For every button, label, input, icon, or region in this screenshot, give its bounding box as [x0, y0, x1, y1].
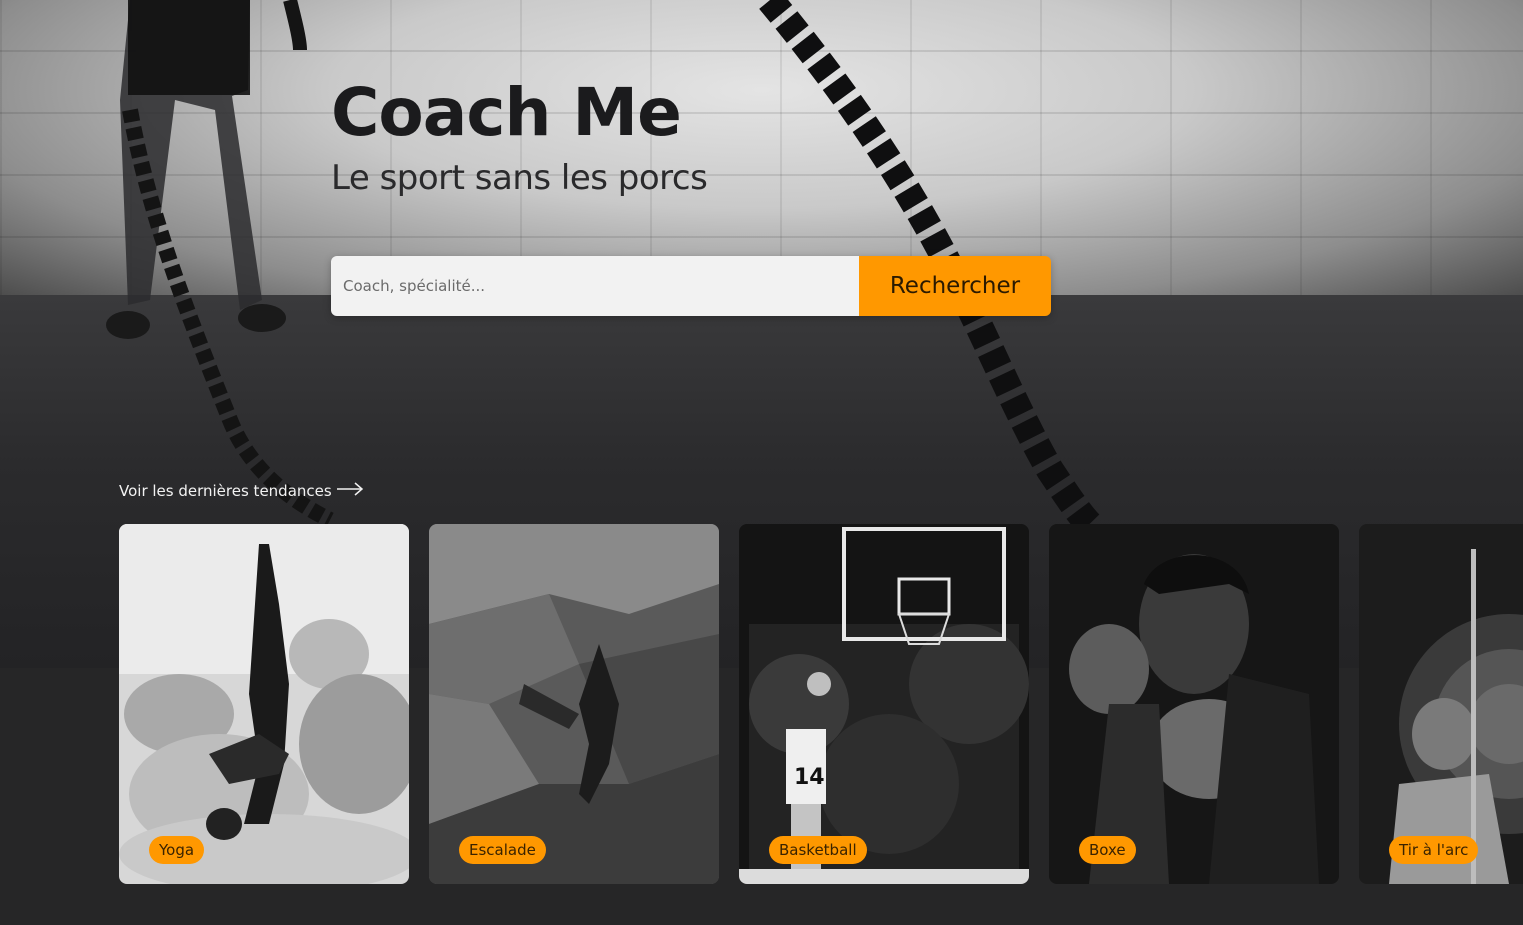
card-label: Boxe: [1079, 836, 1136, 864]
site-tagline: Le sport sans les porcs: [331, 158, 708, 198]
card-yoga[interactable]: Yoga: [119, 524, 409, 884]
search-bar: Rechercher: [331, 256, 1051, 316]
card-boxe[interactable]: Boxe: [1049, 524, 1339, 884]
card-label: Tir à l'arc: [1389, 836, 1479, 864]
site-title: Coach Me: [331, 74, 682, 151]
card-label: Escalade: [459, 836, 546, 864]
basketball-photo: 14: [739, 524, 1029, 884]
trends-link[interactable]: Voir les dernières tendances: [119, 482, 364, 500]
card-label: Basketball: [769, 836, 867, 864]
yoga-photo: [119, 524, 409, 884]
sport-cards: Yoga Escalade 14 Basketball Boxe Tir à l…: [119, 524, 1523, 884]
climbing-photo: [429, 524, 719, 884]
search-input[interactable]: [331, 256, 859, 316]
boxing-photo: [1049, 524, 1339, 884]
card-escalade[interactable]: Escalade: [429, 524, 719, 884]
trends-link-label: Voir les dernières tendances: [119, 482, 332, 500]
page: Coach Me Le sport sans les porcs Recherc…: [0, 0, 1523, 925]
card-tir-a-l-arc[interactable]: Tir à l'arc: [1359, 524, 1523, 884]
card-basketball[interactable]: 14 Basketball: [739, 524, 1029, 884]
search-button[interactable]: Rechercher: [859, 256, 1051, 316]
card-label: Yoga: [149, 836, 205, 864]
hero-content: Coach Me Le sport sans les porcs: [331, 70, 708, 200]
archery-photo: [1359, 524, 1523, 884]
arrow-right-icon: [336, 482, 364, 500]
svg-text:14: 14: [794, 765, 825, 790]
